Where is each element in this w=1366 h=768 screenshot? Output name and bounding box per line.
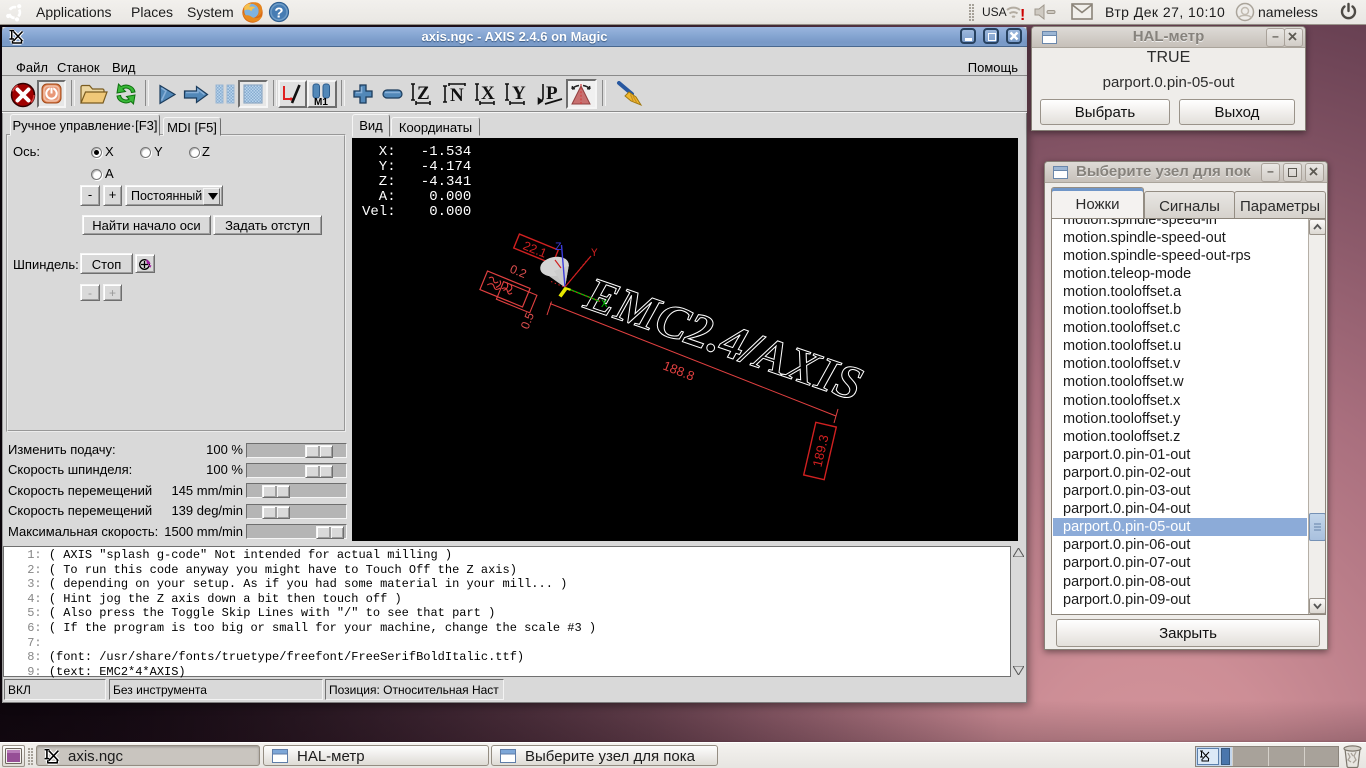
svg-text:?: ? [274,5,283,22]
svg-text:!: ! [1020,7,1025,23]
svg-text:Y: Y [512,83,526,104]
svg-text:X: -1.534 Y: -4.: X: -1.534 Y: -4.174 Z: -4.341 A: 0.000 V… [352,138,547,220]
svg-text:Z: Z [555,242,562,254]
svg-text:Y: Y [591,248,598,260]
svg-text:N: N [450,85,464,106]
svg-text:X: X [601,299,608,311]
svg-text:Z: Z [417,83,430,104]
svg-text:X: X [481,83,495,104]
svg-text:M1: M1 [314,97,328,106]
